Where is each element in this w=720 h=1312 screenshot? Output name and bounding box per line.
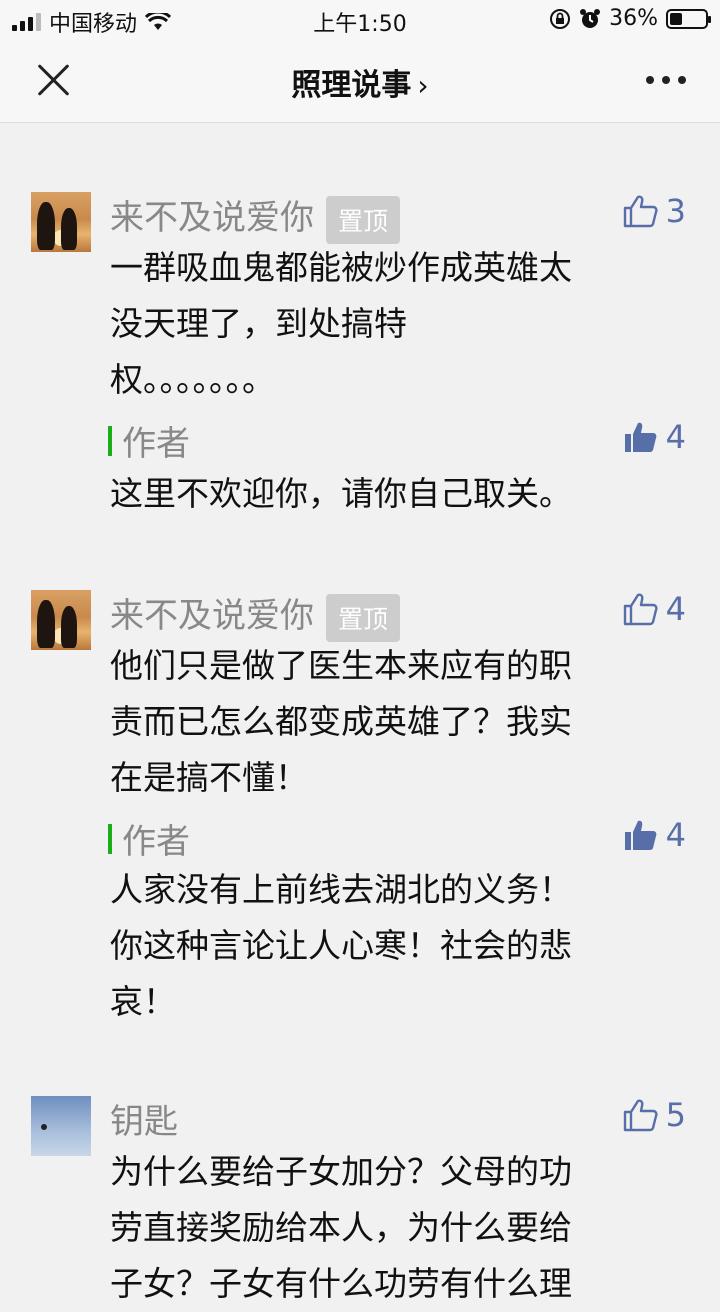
author-reply-text: 人家没有上前线去湖北的义务！ 你这种言论让人心寒！社会的悲 哀！ <box>110 870 572 1021</box>
thumbs-up-outline-icon <box>623 195 658 228</box>
like-button[interactable]: 3 <box>622 192 686 230</box>
like-count: 3 <box>665 192 686 230</box>
author-reply-text: 这里不欢迎你，请你自己取关。 <box>110 474 572 513</box>
comment-text: 为什么要给子女加分？父母的功 劳直接奖励给本人，为什么要给 子女？子女有什么功劳… <box>110 1152 572 1303</box>
page-title[interactable]: 照理说事 › <box>0 60 720 104</box>
pinned-badge: 置顶 <box>326 593 401 642</box>
reply-like-button[interactable]: 4 <box>622 816 686 854</box>
author-marker <box>108 823 112 854</box>
battery-percent: 36% <box>609 6 658 31</box>
thumbs-up-outline-icon <box>623 1099 658 1132</box>
comment-text: 一群吸血鬼都能被炒作成英雄太 没天理了，到处搞特 权。。。。。。。 <box>110 248 572 399</box>
author-reply-label: 作者 <box>108 814 190 863</box>
author-marker <box>108 425 112 456</box>
avatar[interactable] <box>31 192 91 252</box>
comment-username[interactable]: 钥匙 <box>110 1102 178 1142</box>
comment-username[interactable]: 来不及说爱你 <box>110 596 314 636</box>
alarm-icon <box>580 8 601 28</box>
like-count: 5 <box>665 1096 686 1134</box>
thumbs-up-outline-icon <box>623 593 658 626</box>
battery-level <box>670 12 683 25</box>
avatar[interactable] <box>31 1096 91 1156</box>
reply-like-count: 4 <box>665 816 686 854</box>
reply-like-button[interactable]: 4 <box>622 418 686 456</box>
chevron-right-icon: › <box>417 69 429 102</box>
thumbs-up-filled-icon <box>624 422 657 452</box>
page-title-text: 照理说事 <box>291 68 412 103</box>
nav-bar: 照理说事 › <box>0 40 720 123</box>
thumbs-up-filled-icon <box>624 820 657 850</box>
like-button[interactable]: 4 <box>622 590 686 628</box>
avatar[interactable] <box>31 590 91 650</box>
rotation-lock-icon <box>550 8 571 29</box>
reply-like-count: 4 <box>665 418 686 456</box>
more-dots-icon[interactable] <box>646 76 686 84</box>
battery-icon <box>666 8 711 29</box>
like-count: 4 <box>665 590 686 628</box>
like-button[interactable]: 5 <box>622 1096 686 1134</box>
comment-text: 他们只是做了医生本来应有的职 责而已怎么都变成英雄了？我实 在是搞不懂！ <box>110 646 572 797</box>
status-bar: 中国移动 上午1:50 36% <box>0 0 720 40</box>
author-reply-label: 作者 <box>108 416 190 465</box>
pinned-badge: 置顶 <box>326 195 401 244</box>
comment-username[interactable]: 来不及说爱你 <box>110 198 314 238</box>
